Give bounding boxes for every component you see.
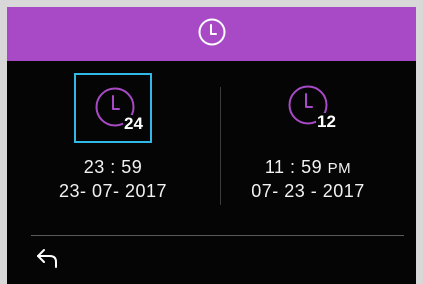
time-format-screen: 24 23 : 59 23- 07- 2017 12 11 : 59 PM 07… [7,7,416,284]
date-mm-dd-yyyy: 07- 23 - 2017 [251,181,365,201]
date-dd-mm-yyyy: 23- 07- 2017 [58,181,168,201]
back-arrow-icon [35,247,61,274]
format-24-label: 24 [123,114,144,133]
format-12h-button[interactable]: 12 [269,73,347,143]
format-12-label: 12 [316,112,337,131]
time-12-value: 11 : 59 [264,157,323,177]
vertical-divider [220,87,221,205]
footer-divider [31,235,404,236]
time-24-hour: 23 : 59 [83,157,143,177]
clock-icon [197,17,227,52]
ampm-indicator: PM [327,160,352,177]
option-12-hour[interactable]: 12 11 : 59 PM 07- 23 - 2017 [235,73,405,213]
time-12-hour: 11 : 59 PM [235,156,381,180]
back-button[interactable] [31,246,65,274]
format-24h-button[interactable]: 24 [74,73,152,143]
header-bar [7,7,416,61]
option-24-hour[interactable]: 24 23 : 59 23- 07- 2017 [40,73,210,213]
